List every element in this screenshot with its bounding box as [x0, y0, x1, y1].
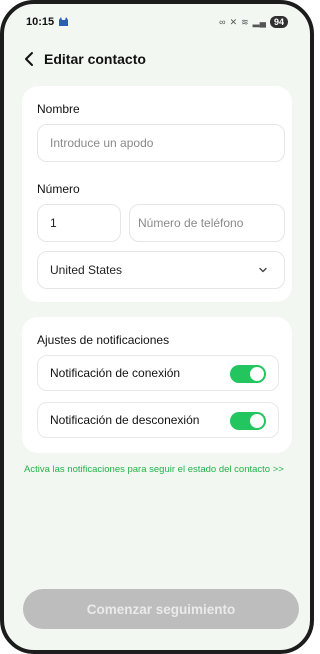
- toggle-knob: [250, 367, 264, 381]
- name-input[interactable]: Introduce un apodo: [37, 124, 285, 162]
- status-time: 10:15: [26, 16, 55, 28]
- status-icons: ∞ ✕ ≋ ▂▄ 94: [219, 16, 288, 28]
- signal-icon: ▂▄: [252, 16, 266, 27]
- enable-notifications-link[interactable]: Activa las notificaciones para seguir el…: [24, 464, 300, 476]
- cat-icon: [59, 17, 68, 26]
- disconnect-notification-label: Notificación de desconexión: [50, 413, 200, 427]
- notifications-card: Ajustes de notificaciones Notificación d…: [22, 317, 292, 453]
- connect-notification-toggle[interactable]: [230, 365, 266, 383]
- header: Editar contacto: [22, 48, 146, 70]
- number-label: Número: [37, 182, 80, 196]
- start-tracking-button[interactable]: Comenzar seguimiento: [23, 589, 299, 629]
- page-title: Editar contacto: [44, 51, 146, 67]
- chevron-left-icon[interactable]: [22, 49, 38, 69]
- phone-frame: 10:15 ∞ ✕ ≋ ▂▄ 94 Editar contacto Nombre…: [0, 0, 314, 654]
- link-icon: ∞: [219, 17, 226, 27]
- country-code-input[interactable]: 1: [37, 204, 121, 242]
- connect-notification-row: Notificación de conexión: [37, 355, 279, 391]
- mute-icon: ✕: [229, 16, 238, 27]
- country-select-value: United States: [50, 263, 123, 277]
- chevron-down-icon: [259, 267, 267, 273]
- notifications-title: Ajustes de notificaciones: [37, 333, 170, 347]
- disconnect-notification-row: Notificación de desconexión: [37, 402, 279, 438]
- connect-notification-label: Notificación de conexión: [50, 366, 181, 380]
- name-label: Nombre: [37, 102, 80, 116]
- country-select[interactable]: United States: [37, 251, 285, 289]
- battery-indicator: 94: [269, 16, 288, 28]
- contact-card: Nombre Introduce un apodo Número 1 Númer…: [22, 86, 292, 302]
- status-bar: 10:15 ∞ ✕ ≋ ▂▄ 94: [4, 4, 310, 40]
- wifi-icon: ≋: [241, 16, 249, 27]
- disconnect-notification-toggle[interactable]: [230, 412, 266, 430]
- phone-input[interactable]: Número de teléfono: [129, 204, 285, 242]
- toggle-knob: [250, 414, 264, 428]
